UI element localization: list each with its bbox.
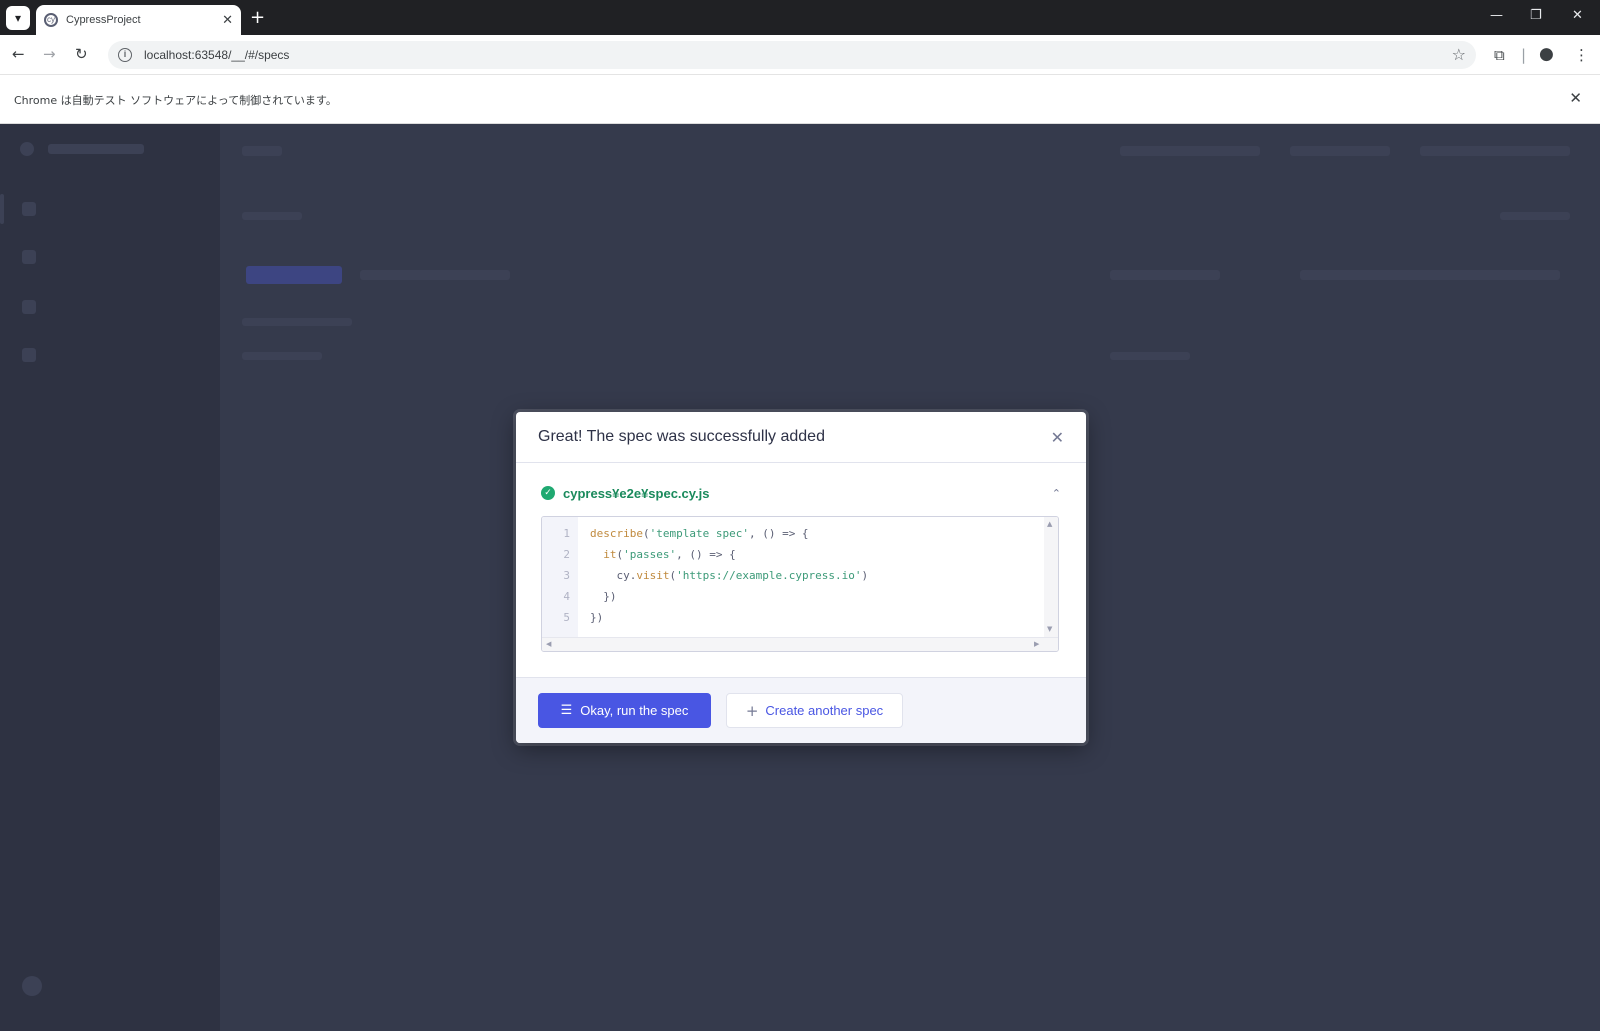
chevron-up-icon[interactable]: ⌃ [1052,487,1061,500]
site-info-icon[interactable]: i [118,48,132,62]
code-line: cy.visit('https://example.cypress.io') [590,569,868,582]
header-right-placeholder [1420,146,1570,156]
run-spec-button[interactable]: ☰ Okay, run the spec [538,693,711,728]
more-menu-icon[interactable]: ⋮ [1574,46,1589,64]
spec-row-placeholder [1110,352,1190,360]
create-another-spec-label: Create another spec [765,703,884,718]
modal-close-icon[interactable]: ✕ [1051,428,1064,447]
sidebar-runs-icon[interactable] [22,250,36,264]
list-run-icon: ☰ [560,703,573,718]
extensions-puzzle-icon[interactable]: ⧉ [1494,46,1505,64]
tab-close-icon[interactable]: ✕ [222,13,233,28]
code-token: 'passes' [623,548,677,561]
code-token: }) [590,611,604,624]
header-right-placeholder [1290,146,1390,156]
spec-added-modal: Great! The spec was successfully added ✕… [516,412,1086,743]
browser-toolbar: ← → ↻ i localhost:63548/__/#/specs ☆ ⧉ |… [0,35,1600,75]
url-text: localhost:63548/__/#/specs [144,48,290,62]
code-gutter: 1 2 3 4 5 [542,517,578,637]
sidebar-debug-icon[interactable] [22,300,36,314]
modal-footer: ☰ Okay, run the spec + Create another sp… [516,677,1086,743]
spec-row-placeholder [242,352,322,360]
create-another-spec-button[interactable]: + Create another spec [726,693,903,728]
code-line-number: 2 [563,548,570,561]
code-token: describe [590,527,643,540]
code-token: it [603,548,617,561]
scroll-left-icon[interactable]: ◀ [546,640,551,648]
sidebar-active-indicator [0,194,4,224]
run-spec-label: Okay, run the spec [580,703,689,718]
sidebar-project-placeholder [48,144,144,154]
browser-tab[interactable]: cy CypressProject ✕ [36,5,241,35]
browser-tabbar: ▾ cy CypressProject ✕ + — ❐ ✕ [0,0,1600,35]
code-preview[interactable]: 12345 describe('template spec', () => { … [541,516,1059,652]
column-header-placeholder [1300,270,1560,280]
toolbar-divider: | [1521,46,1527,64]
code-line: describe('template spec', () => { [590,527,809,540]
profile-avatar-icon[interactable]: ● [1539,44,1554,64]
code-token: cy. [590,569,637,582]
code-line: it('passes', () => { [590,548,736,561]
code-line: }) [590,611,603,624]
horizontal-scrollbar[interactable]: ◀ ▶ [542,637,1058,651]
spec-file-row[interactable]: ✓ cypress¥e2e¥spec.cy.js ⌃ [541,482,1061,504]
sidebar-keyboard-icon[interactable] [22,976,42,996]
code-line-number: 1 [563,527,570,540]
tab-title: CypressProject [66,14,141,26]
back-arrow-icon[interactable]: ← [12,45,25,63]
infobar-close-icon[interactable]: ✕ [1569,89,1582,107]
header-placeholder [242,146,282,156]
minimize-icon[interactable]: — [1490,8,1503,23]
automation-infobar: Chrome は自動テスト ソフトウェアによって制御されています。 ✕ [0,75,1600,124]
code-token: }) [590,590,617,603]
code-token: ) [861,569,869,582]
reload-icon[interactable]: ↻ [75,45,88,63]
sidebar-settings-icon[interactable] [22,348,36,362]
bookmark-star-icon[interactable]: ☆ [1452,45,1466,64]
code-line-number: 3 [563,569,570,582]
column-header-placeholder [1110,270,1220,280]
code-token: visit [636,569,670,582]
address-bar[interactable]: i localhost:63548/__/#/specs ☆ [108,41,1476,69]
tab-search-chevron-down-icon[interactable]: ▾ [6,6,30,30]
infobar-message: Chrome は自動テスト ソフトウェアによって制御されています。 [14,94,337,107]
code-line-number: 5 [563,611,570,624]
new-spec-button-placeholder [246,266,342,284]
scroll-down-icon[interactable]: ▼ [1047,625,1052,633]
sidebar-specs-icon[interactable] [22,202,36,216]
cypress-favicon-icon: cy [44,13,58,27]
window-close-icon[interactable]: ✕ [1572,8,1583,23]
new-tab-plus-icon[interactable]: + [250,7,265,28]
modal-header: Great! The spec was successfully added ✕ [516,412,1086,463]
code-token: ( [642,527,650,540]
modal-title: Great! The spec was successfully added [538,428,825,445]
search-placeholder [360,270,510,280]
spec-file-path: cypress¥e2e¥spec.cy.js [563,485,710,501]
code-line-number: 4 [563,590,570,603]
vertical-scrollbar[interactable]: ▲ ▼ [1044,517,1058,637]
spec-row-placeholder [242,318,352,326]
code-token: , () => { [676,548,736,561]
app-sidebar [0,124,220,1031]
code-token: , () => { [748,527,809,540]
scroll-right-icon[interactable]: ▶ [1034,640,1039,648]
subheader-right-placeholder [1500,212,1570,220]
code-token: 'template spec' [649,527,749,540]
plus-icon: + [745,701,759,720]
subheader-placeholder [242,212,302,220]
code-token: 'https://example.cypress.io' [676,569,862,582]
header-right-placeholder [1120,146,1260,156]
check-circle-icon: ✓ [541,486,555,500]
code-line: }) [590,590,617,603]
sidebar-logo-icon [20,142,34,156]
restore-icon[interactable]: ❐ [1530,8,1542,23]
scroll-up-icon[interactable]: ▲ [1047,520,1052,528]
forward-arrow-icon[interactable]: → [43,45,56,63]
